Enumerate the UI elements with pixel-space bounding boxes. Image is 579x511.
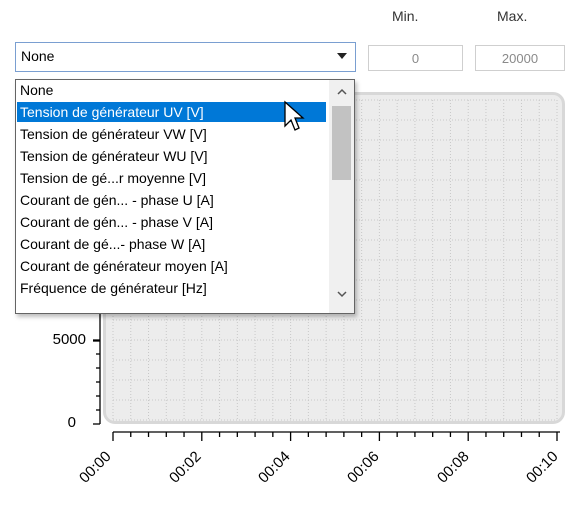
scroll-up-icon[interactable]	[329, 82, 354, 100]
dropdown-item-uv-voltage[interactable]: Tension de générateur UV [V]	[17, 102, 326, 122]
dropdown-item-none[interactable]: None	[17, 80, 326, 100]
dropdown-item-avg-current[interactable]: Courant de générateur moyen [A]	[17, 256, 326, 276]
mouse-cursor-icon	[284, 100, 305, 131]
dropdown-item-current-u[interactable]: Courant de gén... - phase U [A]	[17, 190, 326, 210]
dropdown-item-current-w[interactable]: Courant de gé...- phase W [A]	[17, 234, 326, 254]
scroll-thumb[interactable]	[332, 106, 351, 180]
y-tick-label: 0	[67, 414, 76, 431]
dropdown-item-current-v[interactable]: Courant de gén... - phase V [A]	[17, 212, 326, 232]
dropdown-item-avg-voltage[interactable]: Tension de gé...r moyenne [V]	[17, 168, 326, 188]
y-tick-label: 5000	[52, 331, 86, 348]
dropdown-item-frequency[interactable]: Fréquence de générateur [Hz]	[17, 278, 326, 298]
dropdown-item-vw-voltage[interactable]: Tension de générateur VW [V]	[17, 124, 326, 144]
dropdown-item-wu-voltage[interactable]: Tension de générateur WU [V]	[17, 146, 326, 166]
dropdown-scrollbar[interactable]	[329, 80, 354, 313]
scroll-down-icon[interactable]	[329, 285, 354, 303]
